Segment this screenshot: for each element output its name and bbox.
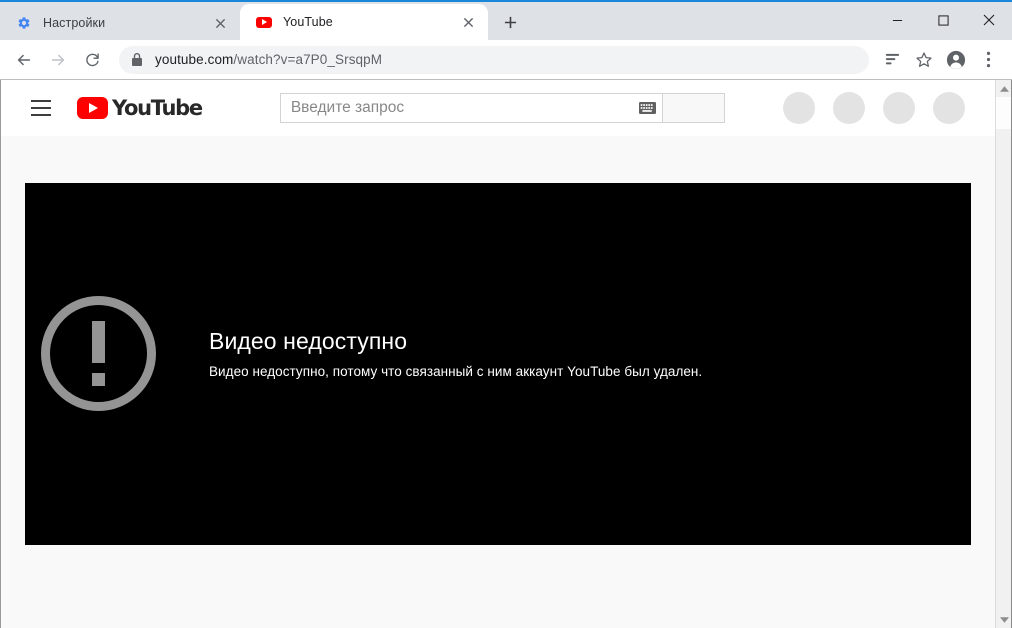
- scrollbar-track[interactable]: [996, 97, 1012, 611]
- tab-settings[interactable]: Настройки: [0, 6, 240, 40]
- tab-strip: Настройки YouTube: [0, 2, 1012, 40]
- back-arrow-icon[interactable]: [9, 45, 39, 75]
- player-error-content: Видео недоступно Видео недоступно, потом…: [25, 295, 702, 411]
- exclamation-dot: [92, 372, 105, 386]
- bookmark-star-icon[interactable]: [909, 45, 939, 75]
- exclamation-bar: [92, 320, 105, 363]
- reload-icon[interactable]: [77, 45, 107, 75]
- youtube-page: YouTube Введите запрос Видео недоступно …: [1, 80, 995, 628]
- hamburger-menu-icon[interactable]: [21, 88, 61, 128]
- skeleton-placeholder: [883, 92, 915, 124]
- alert-exclamation-icon: [41, 295, 156, 411]
- tab-close-button[interactable]: [458, 12, 478, 32]
- tab-youtube[interactable]: YouTube: [240, 4, 488, 40]
- skeleton-placeholder: [833, 92, 865, 124]
- gear-icon: [16, 15, 32, 31]
- video-player[interactable]: Видео недоступно Видео недоступно, потом…: [25, 183, 971, 545]
- more-menu-icon[interactable]: [973, 45, 1003, 75]
- tab-title: YouTube: [283, 15, 333, 29]
- lock-icon: [131, 52, 143, 67]
- minimize-button[interactable]: [874, 2, 920, 38]
- error-text-block: Видео недоступно Видео недоступно, потом…: [209, 328, 702, 379]
- address-bar[interactable]: youtube.com/watch?v=a7P0_SrsqpM: [119, 45, 869, 74]
- url-host: youtube.com: [155, 52, 234, 67]
- tab-close-button[interactable]: [210, 13, 230, 33]
- youtube-wordmark: YouTube: [112, 96, 203, 120]
- search-button[interactable]: [662, 93, 725, 123]
- browser-window: Настройки YouTube youtube.com/watch?v=a7…: [0, 0, 1012, 628]
- page-viewport: YouTube Введите запрос Видео недоступно …: [0, 80, 1012, 628]
- new-tab-button[interactable]: [496, 8, 524, 36]
- skeleton-placeholder: [783, 92, 815, 124]
- close-button[interactable]: [966, 2, 1012, 38]
- browser-toolbar: youtube.com/watch?v=a7P0_SrsqpM: [0, 40, 1012, 80]
- error-title: Видео недоступно: [209, 327, 408, 354]
- profile-avatar-icon[interactable]: [941, 45, 971, 75]
- skeleton-placeholder: [933, 92, 965, 124]
- toolbar-icons: [875, 45, 1003, 75]
- tab-list: Настройки YouTube: [0, 2, 488, 40]
- error-subtitle: Видео недоступно, потому что связанный с…: [209, 363, 703, 379]
- maximize-button[interactable]: [920, 2, 966, 38]
- search-input[interactable]: [290, 99, 633, 117]
- url-path: /watch?v=a7P0_SrsqpM: [233, 52, 383, 67]
- search-box[interactable]: [279, 93, 663, 123]
- scrollbar-thumb[interactable]: [996, 97, 1012, 129]
- tab-title: Настройки: [43, 16, 106, 30]
- youtube-logo[interactable]: YouTube: [77, 96, 203, 120]
- forward-arrow-icon[interactable]: [43, 45, 73, 75]
- search-area: [279, 93, 725, 123]
- masthead-right-icons: [783, 92, 979, 124]
- reading-list-icon[interactable]: [877, 45, 907, 75]
- window-controls: [874, 2, 1012, 38]
- keyboard-icon[interactable]: [638, 102, 656, 114]
- youtube-masthead: YouTube: [1, 80, 995, 136]
- url-text: youtube.com/watch?v=a7P0_SrsqpM: [155, 52, 382, 67]
- youtube-play-icon: [77, 97, 108, 119]
- scroll-up-arrow-icon[interactable]: [996, 80, 1012, 97]
- page-scrollbar[interactable]: [995, 80, 1012, 628]
- scroll-down-arrow-icon[interactable]: [996, 611, 1012, 628]
- youtube-icon: [256, 14, 272, 30]
